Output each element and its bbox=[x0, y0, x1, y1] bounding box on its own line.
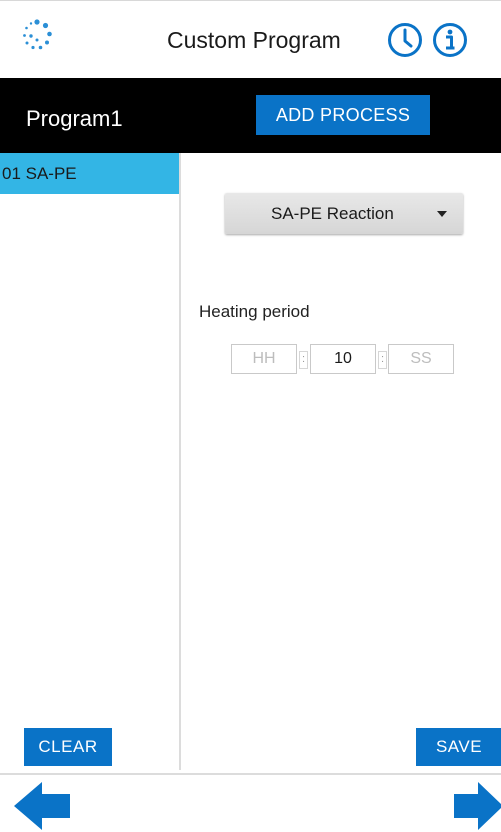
save-button[interactable]: SAVE bbox=[416, 728, 501, 766]
dropdown-arrow-icon bbox=[437, 211, 447, 217]
arrow-left-icon[interactable] bbox=[14, 780, 74, 832]
seconds-input[interactable] bbox=[388, 344, 454, 374]
arrow-right-icon[interactable] bbox=[450, 780, 501, 832]
program-name: Program1 bbox=[26, 106, 123, 131]
top-divider bbox=[0, 0, 501, 1]
clock-icon[interactable] bbox=[387, 22, 423, 58]
program-header: Program1 ADD PROCESS bbox=[0, 78, 501, 153]
clear-button[interactable]: CLEAR bbox=[24, 728, 112, 766]
hours-input[interactable] bbox=[231, 344, 297, 374]
minutes-input[interactable] bbox=[310, 344, 376, 374]
time-separator: : bbox=[299, 351, 308, 369]
page-title: Custom Program bbox=[167, 27, 341, 53]
heating-period-label: Heating period bbox=[199, 302, 310, 321]
process-type-selected: SA-PE Reaction bbox=[271, 204, 394, 223]
process-list-item-label: 01 SA-PE bbox=[2, 164, 77, 183]
process-type-dropdown[interactable]: SA-PE Reaction bbox=[225, 193, 463, 234]
process-list-item[interactable]: 01 SA-PE bbox=[0, 153, 179, 194]
top-app-bar: Custom Program bbox=[0, 0, 501, 78]
process-list: 01 SA-PE bbox=[0, 153, 181, 770]
time-separator: : bbox=[378, 351, 387, 369]
add-process-button[interactable]: ADD PROCESS bbox=[256, 95, 430, 135]
bottom-divider bbox=[0, 773, 501, 775]
app-logo-dots-icon bbox=[23, 19, 52, 50]
info-icon[interactable] bbox=[432, 22, 468, 58]
